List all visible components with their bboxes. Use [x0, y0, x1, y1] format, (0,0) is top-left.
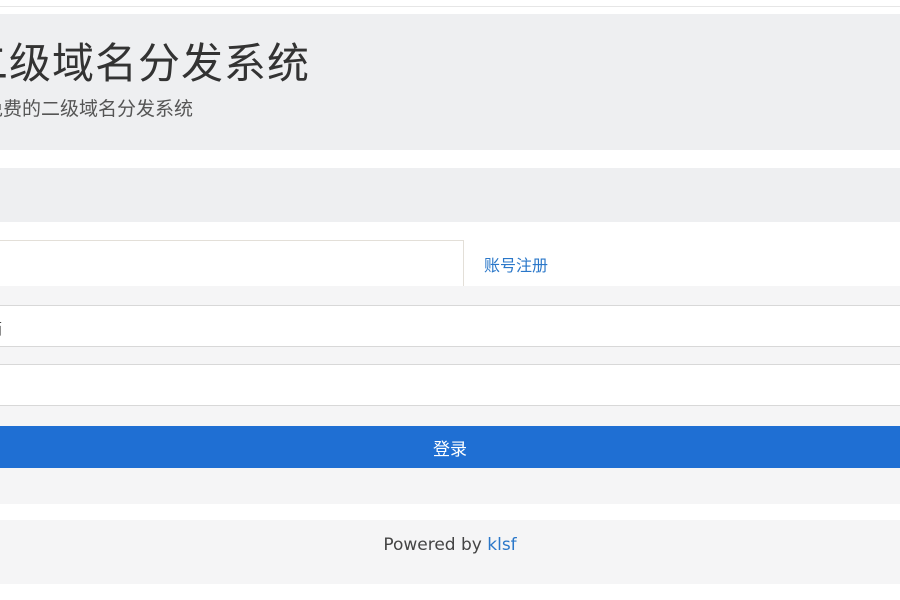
- top-navbar-strip: [0, 0, 900, 7]
- tab-register[interactable]: 账号注册: [484, 252, 548, 276]
- login-tabs: 账号注册: [0, 222, 900, 286]
- tab-login[interactable]: [0, 240, 464, 286]
- footer-powered-by: Powered by: [383, 535, 482, 555]
- username-input[interactable]: [0, 305, 900, 347]
- page-title: 二级域名分发系统: [0, 39, 311, 88]
- password-input[interactable]: [0, 364, 900, 406]
- login-button[interactable]: 登录: [0, 426, 900, 468]
- login-panel: 账号注册 箱 登录: [0, 168, 900, 504]
- footer-klsf-link[interactable]: klsf: [487, 535, 516, 555]
- footer: Powered by klsf: [0, 520, 900, 584]
- panel-heading: [0, 168, 900, 222]
- page-subtitle: 免费的二级域名分发系统: [0, 98, 194, 120]
- username-field-wrapper: 箱: [0, 305, 900, 347]
- header-jumbotron: 二级域名分发系统 免费的二级域名分发系统: [0, 14, 900, 150]
